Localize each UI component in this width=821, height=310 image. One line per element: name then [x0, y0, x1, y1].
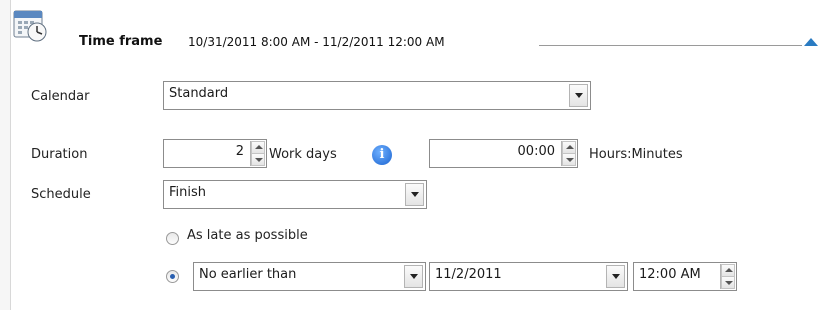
- constraint-time-spinner[interactable]: [720, 264, 735, 289]
- constraint-type-value: No earlier than: [199, 267, 297, 282]
- chevron-down-icon[interactable]: [405, 183, 424, 206]
- time-frame-range: 10/31/2011 8:00 AM - 11/2/2011 12:00 AM: [188, 35, 445, 49]
- calendar-label: Calendar: [31, 89, 90, 104]
- collapse-caret-icon[interactable]: [804, 38, 818, 46]
- duration-label: Duration: [31, 147, 88, 162]
- duration-unit-label: Work days: [269, 147, 337, 162]
- constraint-time-stepper[interactable]: 12:00 AM: [633, 262, 737, 291]
- constraint-time-value: 12:00 AM: [639, 267, 701, 282]
- duration-days-value: 2: [235, 144, 244, 159]
- decrement-icon[interactable]: [562, 153, 576, 166]
- duration-time-value: 00:00: [517, 144, 555, 159]
- schedule-label: Schedule: [31, 187, 91, 202]
- calendar-dropdown-icon[interactable]: [606, 265, 625, 288]
- duration-time-stepper[interactable]: 00:00: [429, 139, 578, 168]
- chevron-down-icon[interactable]: [569, 84, 588, 107]
- radio-as-late-as-possible-label: As late as possible: [187, 228, 308, 243]
- duration-days-stepper[interactable]: 2: [163, 139, 267, 168]
- info-icon[interactable]: i: [372, 145, 392, 165]
- section-title: Time frame: [79, 34, 163, 49]
- chevron-down-icon[interactable]: [404, 265, 423, 288]
- calendar-clock-icon: [13, 8, 49, 42]
- schedule-select[interactable]: Finish: [163, 180, 427, 209]
- constraint-date-select[interactable]: 11/2/2011: [429, 262, 628, 291]
- calendar-select[interactable]: Standard: [163, 81, 591, 110]
- duration-days-spinner[interactable]: [250, 141, 265, 166]
- decrement-icon[interactable]: [721, 276, 735, 289]
- radio-constraint[interactable]: [166, 270, 179, 283]
- duration-time-unit-label: Hours:Minutes: [589, 147, 683, 162]
- duration-time-spinner[interactable]: [561, 141, 576, 166]
- schedule-select-value: Finish: [169, 185, 207, 200]
- decrement-icon[interactable]: [251, 153, 265, 166]
- time-frame-panel: Time frame 10/31/2011 8:00 AM - 11/2/201…: [10, 0, 821, 310]
- radio-as-late-as-possible[interactable]: [166, 232, 179, 245]
- header-divider: [539, 45, 802, 46]
- constraint-type-select[interactable]: No earlier than: [193, 262, 426, 291]
- calendar-select-value: Standard: [169, 86, 229, 101]
- constraint-date-value: 11/2/2011: [435, 267, 502, 282]
